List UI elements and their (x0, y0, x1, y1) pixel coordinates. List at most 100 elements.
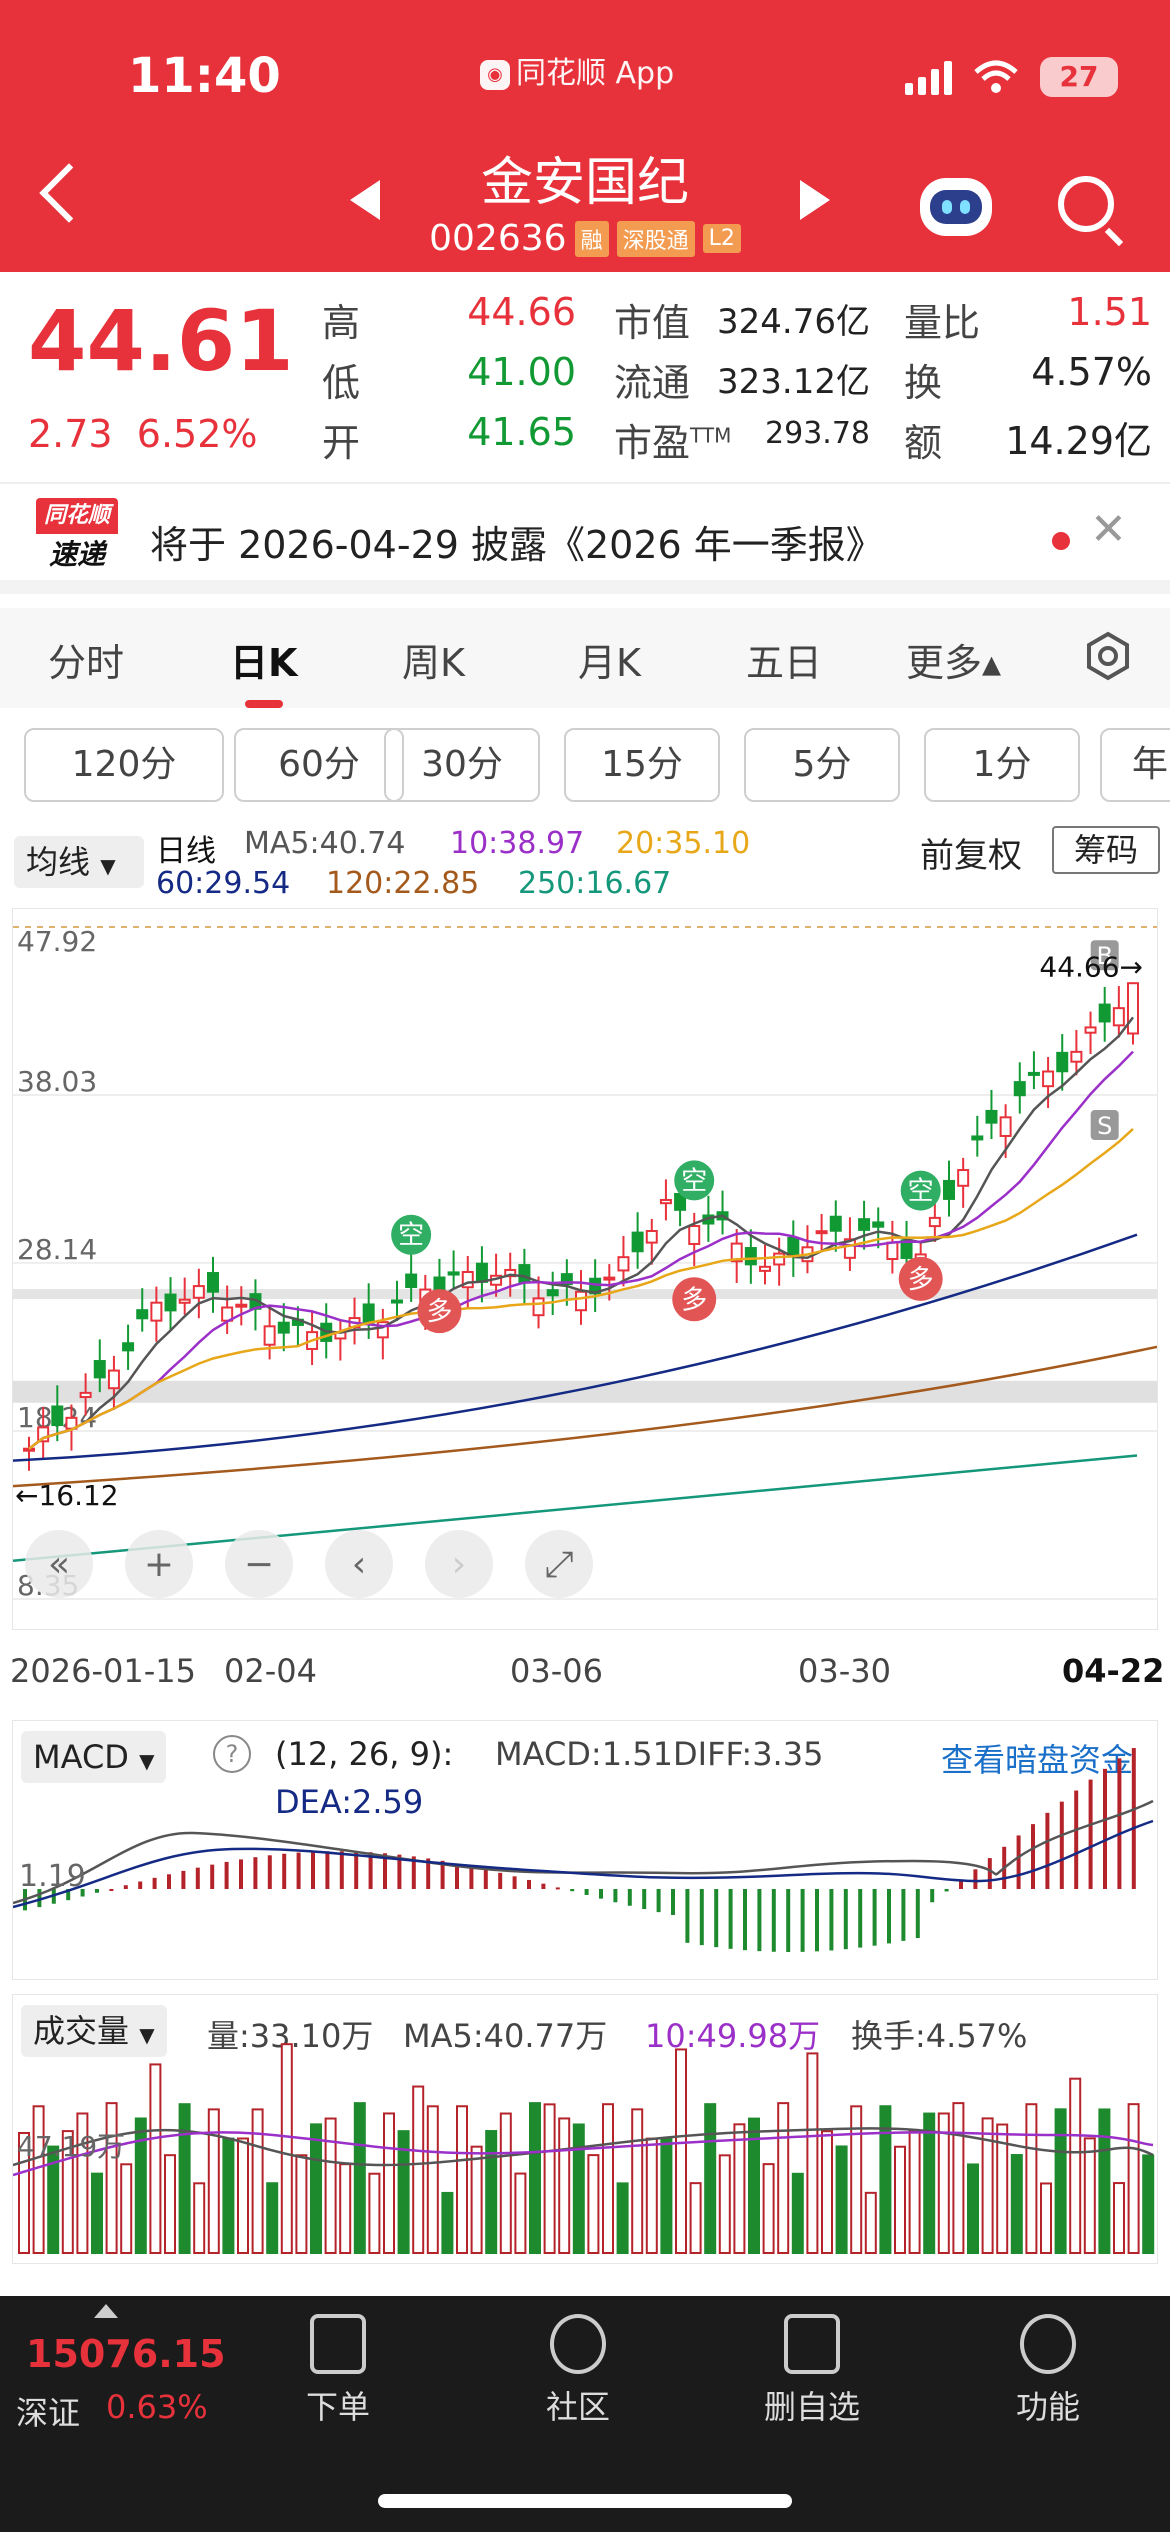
chips-button[interactable]: 筹码 (1052, 826, 1160, 874)
macd-bar (685, 1889, 690, 1943)
quote-panel: 44.61 2.73 6.52% 高 44.66 低 41.00 开 41.65… (0, 272, 1170, 482)
stock-code: 002636 (429, 218, 567, 259)
change-pct: 6.52% (136, 412, 258, 456)
macd-bar (296, 1852, 301, 1889)
candle (532, 1297, 545, 1317)
nav-order[interactable]: 下单 (258, 2314, 418, 2428)
volume-bar (777, 2102, 790, 2255)
nav-order-label: 下单 (305, 2388, 370, 2426)
volume-bar (1113, 2182, 1125, 2254)
k-chart[interactable]: 47.9238.0328.1418.248.35空空空多多多BS44.66→←1… (12, 908, 1158, 1630)
volume-svg (13, 2043, 1155, 2255)
nav-community[interactable]: 社区 (498, 2314, 658, 2428)
volume-panel[interactable]: 成交量 ▼ 量:33.10万 MA5:40.77万 10:49.98万 换手:4… (12, 1994, 1158, 2264)
period-year[interactable]: 年 (1100, 728, 1170, 802)
candle (164, 1293, 177, 1312)
wifi-icon (974, 60, 1018, 93)
logo-top: 同花顺 (36, 498, 118, 534)
high-marker: 44.66→ (1039, 950, 1143, 983)
tab-intraday[interactable]: 分时 (48, 632, 124, 687)
duo-label: 多 (908, 1265, 934, 1295)
tab-monthly-k[interactable]: 月K (578, 632, 641, 687)
macd-bar (512, 1876, 517, 1889)
candle (1027, 1071, 1040, 1076)
tab-daily-k[interactable]: 日K (230, 632, 297, 687)
candle (999, 1116, 1012, 1137)
nav-functions[interactable]: 功能 (968, 2314, 1128, 2428)
settings-icon[interactable] (1082, 630, 1134, 682)
tab-five-day[interactable]: 五日 (746, 632, 822, 687)
nav-remove-watch[interactable]: 删自选 (732, 2314, 892, 2428)
volume-bar (733, 2123, 746, 2254)
search-icon[interactable] (1058, 176, 1114, 232)
mcap-value: 324.76亿 (717, 302, 870, 342)
candle (858, 1218, 871, 1231)
volume-bar (426, 2105, 439, 2254)
candle (575, 1290, 587, 1312)
period-30m[interactable]: 30分 (384, 728, 540, 802)
volume-bar (806, 2052, 819, 2254)
ma250-text: 250:16.67 (518, 866, 672, 901)
pe-label: 市盈TTM (614, 412, 731, 467)
candle (872, 1221, 885, 1228)
date-label: 02-04 (224, 1652, 317, 1690)
stock-name: 金安国纪 (480, 153, 689, 213)
ma-dropdown[interactable]: 均线 ▼ (14, 836, 144, 888)
open-value: 41.65 (467, 410, 576, 454)
period-1m[interactable]: 1分 (924, 728, 1080, 802)
macd-bar (613, 1889, 618, 1903)
candle (107, 1369, 120, 1390)
candle (928, 1216, 941, 1228)
candle (773, 1252, 786, 1266)
macd-bar (138, 1881, 143, 1889)
tab-more[interactable]: 更多▴ (906, 632, 1001, 687)
tab-weekly-k[interactable]: 周K (402, 632, 465, 687)
community-star-icon (550, 2314, 606, 2374)
chart-control-icon: − (244, 1544, 274, 1585)
period-60m[interactable]: 60分 (234, 728, 404, 802)
menu-icon (1020, 2314, 1076, 2374)
volume-bar (791, 2172, 804, 2255)
candle (1056, 1051, 1069, 1073)
macd-bar (800, 1889, 805, 1952)
adjust-mode[interactable]: 前复权 (920, 828, 1022, 877)
candle (985, 1109, 998, 1124)
ma-dropdown-label: 均线 (26, 843, 91, 881)
date-label: 2026-01-15 (10, 1652, 196, 1690)
macd-bar (339, 1851, 344, 1889)
close-icon[interactable]: ✕ (1090, 504, 1127, 555)
volume-bar (178, 2103, 191, 2254)
volume-bar (441, 2191, 454, 2254)
index-value[interactable]: 15076.15 (26, 2332, 226, 2376)
duo-label: 多 (426, 1297, 452, 1327)
notice-banner[interactable]: 同花顺 速递 将于 2026-04-29 披露《2026 年一季报》 ✕ (0, 482, 1170, 594)
candle (659, 1198, 672, 1205)
candle (546, 1289, 559, 1297)
status-app-label: 同花顺 App (516, 56, 675, 91)
candle (150, 1301, 163, 1322)
current-price: 44.61 (28, 292, 294, 390)
candle (943, 1179, 955, 1200)
volume-bar (1025, 2103, 1038, 2254)
macd-bar (541, 1883, 546, 1889)
macd-panel[interactable]: MACD ▼ ? (12, 26, 9): MACD:1.51 DIFF:3.3… (12, 1720, 1158, 1980)
chart-control-icon: ⤢ (545, 1544, 574, 1585)
volume-bar (864, 2191, 877, 2254)
volume-bar (295, 2154, 308, 2255)
bottom-bar: 15076.15 深证 0.63% 下单 社区 删自选 功能 (0, 2296, 1170, 2532)
candle (1070, 1050, 1083, 1063)
candle (886, 1241, 899, 1261)
candle (235, 1303, 248, 1308)
macd-bar (95, 1889, 99, 1893)
period-5m[interactable]: 5分 (744, 728, 900, 802)
period-15m[interactable]: 15分 (564, 728, 720, 802)
kong-label: 空 (681, 1166, 707, 1196)
robot-assistant-icon[interactable] (920, 178, 992, 236)
macd-bar (469, 1866, 474, 1889)
period-120m[interactable]: 120分 (24, 728, 224, 802)
index-pct: 0.63% (106, 2388, 208, 2426)
next-stock-button[interactable] (800, 180, 830, 220)
pe-label-text: 市盈 (614, 421, 691, 465)
low-value: 41.00 (467, 350, 576, 394)
signal-icon (905, 59, 952, 95)
